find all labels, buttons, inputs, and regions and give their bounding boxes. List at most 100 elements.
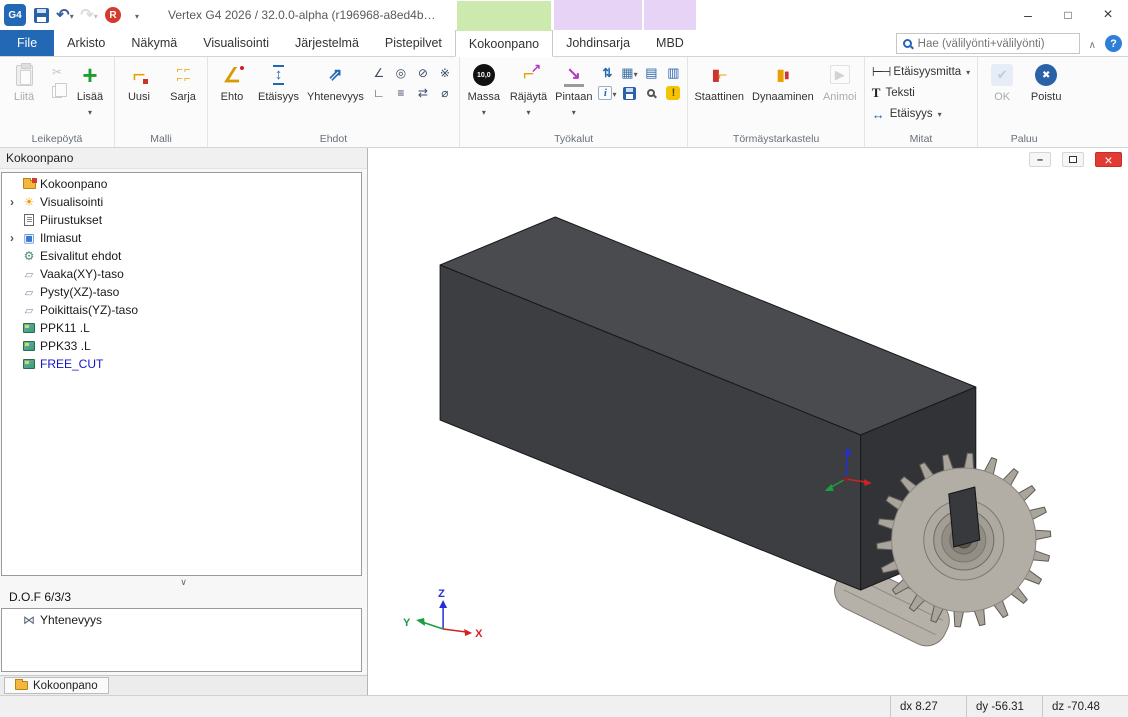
- tree-item-piirustukset[interactable]: Piirustukset: [2, 211, 361, 229]
- key-slot: [949, 487, 980, 547]
- constraint-list[interactable]: Yhtenevyys: [1, 608, 362, 672]
- zoom-query-button[interactable]: [641, 84, 661, 102]
- dynamic-label: Dynaaminen: [752, 91, 814, 103]
- tab-mbd[interactable]: MBD: [643, 30, 697, 56]
- chevron-down-icon: [88, 104, 92, 118]
- condition-button[interactable]: Ehto: [211, 59, 253, 129]
- to-surface-button[interactable]: Pintaan: [552, 59, 595, 129]
- info-button[interactable]: [597, 84, 617, 102]
- copy-button[interactable]: [47, 83, 67, 101]
- minimize-button[interactable]: [1008, 0, 1048, 30]
- tangent-constraint-icon[interactable]: [413, 64, 433, 82]
- add-button[interactable]: Lisää: [69, 59, 111, 129]
- parallel-constraint-icon[interactable]: [391, 84, 411, 102]
- tree-item-ppk11[interactable]: PPK11 .L: [2, 319, 361, 337]
- series-button[interactable]: Sarja: [162, 59, 204, 129]
- help-icon[interactable]: ?: [1105, 35, 1122, 52]
- symmetry-constraint-icon[interactable]: [435, 64, 455, 82]
- record-button[interactable]: R: [104, 5, 122, 25]
- collapse-ribbon-icon[interactable]: [1089, 37, 1096, 51]
- save-button[interactable]: [32, 5, 50, 25]
- bottom-tab-kokoonpano[interactable]: Kokoonpano: [4, 677, 109, 694]
- diameter-constraint-icon[interactable]: [435, 84, 455, 102]
- 3d-scene[interactable]: Z X Y: [368, 148, 1128, 695]
- close-button[interactable]: [1088, 0, 1128, 30]
- undo-button[interactable]: [56, 5, 74, 25]
- tree-item-esivalitut-ehdot[interactable]: Esivalitut ehdot: [2, 247, 361, 265]
- ribbon-group-back: OK Poistu Paluu: [978, 57, 1070, 147]
- tree-item-ppk33[interactable]: PPK33 .L: [2, 337, 361, 355]
- chevron-down-icon: [526, 104, 530, 118]
- group-label-tools: Työkalut: [463, 132, 685, 147]
- tree-item-free-cut[interactable]: FREE_CUT: [2, 355, 361, 373]
- table-button[interactable]: [619, 64, 639, 82]
- list-button[interactable]: [663, 64, 683, 82]
- distance-dimension-button[interactable]: Etäisyysmitta: [868, 63, 974, 81]
- report-button[interactable]: [641, 64, 661, 82]
- angle-constraint-icon[interactable]: [369, 64, 389, 82]
- search-input[interactable]: [918, 38, 1079, 50]
- tree-item-pysty-xz[interactable]: Pysty(XZ)-taso: [2, 283, 361, 301]
- assembly-tree[interactable]: Kokoonpano Visualisointi Piirustukset Il…: [1, 172, 362, 576]
- group-label-collision: Törmäystarkastelu: [691, 132, 860, 147]
- new-button[interactable]: Uusi: [118, 59, 160, 129]
- doc-minimize-button[interactable]: [1029, 152, 1051, 167]
- distance-label: Etäisyys: [258, 91, 299, 103]
- paste-button[interactable]: Liitä: [3, 59, 45, 129]
- quick-access-customize-button[interactable]: [128, 5, 146, 25]
- perpendicular-constraint-icon[interactable]: [369, 84, 389, 102]
- expander-icon[interactable]: [6, 195, 18, 209]
- animate-button[interactable]: Animoi: [819, 59, 861, 129]
- tab-visualisointi[interactable]: Visualisointi: [190, 30, 282, 56]
- static-collision-button[interactable]: Staattinen: [691, 59, 747, 129]
- doc-close-button[interactable]: [1095, 152, 1122, 167]
- tab-jarjestelma[interactable]: Järjestelmä: [282, 30, 372, 56]
- redo-dropdown-icon[interactable]: [94, 8, 98, 22]
- swap-constraint-icon[interactable]: [413, 84, 433, 102]
- appearances-icon: [22, 232, 36, 245]
- redo-button[interactable]: [80, 5, 98, 25]
- coincidence-button[interactable]: Yhtenevyys: [304, 59, 367, 129]
- explode-button[interactable]: Räjäytä: [507, 59, 550, 129]
- expander-icon[interactable]: [6, 231, 18, 245]
- panel-collapse-icon[interactable]: [0, 576, 367, 588]
- tab-file[interactable]: File: [0, 30, 54, 56]
- constraint-item-yhtenevyys[interactable]: Yhtenevyys: [2, 611, 361, 629]
- tab-johdinsarja[interactable]: Johdinsarja: [553, 30, 643, 56]
- group-label-dimensions: Mitat: [868, 132, 974, 147]
- ok-button[interactable]: OK: [981, 59, 1023, 129]
- mass-button[interactable]: 10,0 Massa: [463, 59, 505, 129]
- text-dimension-button[interactable]: Teksti: [868, 84, 974, 102]
- exit-button[interactable]: Poistu: [1025, 59, 1067, 129]
- dynamic-collision-button[interactable]: Dynaaminen: [749, 59, 817, 129]
- chevron-down-icon: [135, 8, 139, 22]
- tree-item-visualisointi[interactable]: Visualisointi: [2, 193, 361, 211]
- tab-kokoonpano[interactable]: Kokoonpano: [455, 30, 553, 57]
- animate-icon: [830, 67, 850, 83]
- tab-nakyma[interactable]: Näkymä: [118, 30, 190, 56]
- doc-restore-button[interactable]: [1062, 152, 1084, 167]
- distance-dim-label: Etäisyysmitta: [893, 66, 961, 78]
- distance-constraint-button[interactable]: Etäisyys: [255, 59, 302, 129]
- tree-item-vaaka-xy[interactable]: Vaaka(XY)-taso: [2, 265, 361, 283]
- maximize-button[interactable]: [1048, 0, 1088, 30]
- coincidence-label: Yhtenevyys: [307, 91, 364, 103]
- distance-measure-button[interactable]: Etäisyys: [868, 105, 974, 123]
- record-icon: R: [105, 7, 121, 23]
- tree-item-poikittais-yz[interactable]: Poikittais(YZ)-taso: [2, 301, 361, 319]
- warning-button[interactable]: [663, 84, 683, 102]
- concentric-constraint-icon[interactable]: [391, 64, 411, 82]
- to-surface-label: Pintaan: [555, 91, 592, 103]
- tab-label: Pistepilvet: [385, 36, 442, 50]
- sort-button[interactable]: [597, 64, 617, 82]
- tree-item-ilmiasut[interactable]: Ilmiasut: [2, 229, 361, 247]
- measure-icon: [872, 107, 885, 122]
- save-small-button[interactable]: [619, 84, 639, 102]
- undo-dropdown-icon[interactable]: [70, 8, 74, 22]
- cut-button[interactable]: [47, 63, 67, 81]
- tab-pistepilvet[interactable]: Pistepilvet: [372, 30, 455, 56]
- 3d-viewport[interactable]: Z X Y: [368, 148, 1128, 695]
- tab-arkisto[interactable]: Arkisto: [54, 30, 118, 56]
- tree-item-kokoonpano[interactable]: Kokoonpano: [2, 175, 361, 193]
- search-box[interactable]: [896, 33, 1080, 54]
